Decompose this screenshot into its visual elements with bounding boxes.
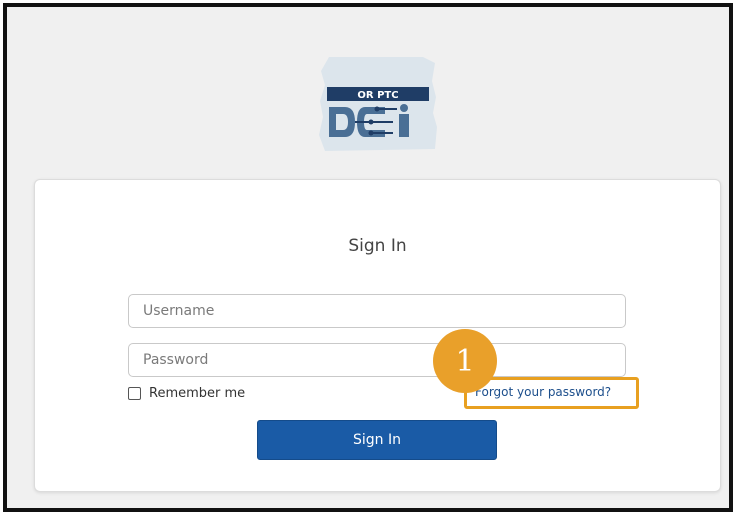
logo-tagline: OR PTC [357,90,398,101]
remember-me-checkbox[interactable] [128,387,141,400]
circuit-node [374,106,380,112]
remember-me-label: Remember me [149,386,246,401]
circuit-node [368,119,374,125]
logo-letter-i-dot [400,104,408,112]
screenshot-frame: OR PTC Sign In Remember me Forgot your p… [3,3,733,512]
sign-in-card: Sign In Remember me Forgot your password… [34,179,721,492]
step-number-badge: 1 [433,329,497,393]
circuit-node [368,130,374,136]
logo-letter-i [399,114,409,137]
or-ptc-dci-logo: OR PTC [319,57,437,151]
remember-me[interactable]: Remember me [128,386,245,401]
password-input[interactable] [128,343,626,377]
forgot-password-link[interactable]: Forgot your password? [475,385,611,399]
sign-in-title: Sign In [348,236,407,256]
username-input[interactable] [128,294,626,328]
sign-in-button[interactable]: Sign In [257,420,497,460]
